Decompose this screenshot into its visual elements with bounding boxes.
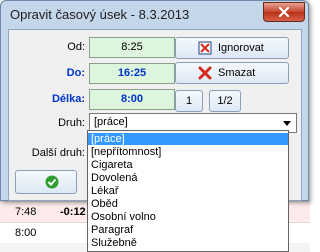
dropdown-option-nepritomnost[interactable]: [nepřítomnost] <box>88 146 288 158</box>
dropdown-option-osobni-volno[interactable]: Osobní volno <box>88 211 288 223</box>
close-button[interactable] <box>263 2 305 22</box>
od-label: Od: <box>67 41 85 53</box>
do-field[interactable]: 16:25 <box>89 63 175 84</box>
background-value: -0:12 <box>60 206 86 218</box>
dalsi-druh-label: Další druh: <box>31 147 85 159</box>
delka-field[interactable]: 8:00 <box>89 89 175 110</box>
do-label: Do: <box>66 67 85 79</box>
delete-x-icon <box>198 66 212 87</box>
dropdown-option-lekar[interactable]: Lékař <box>88 185 288 197</box>
ok-button[interactable] <box>15 170 77 194</box>
dropdown-option-prace[interactable]: [práce] <box>88 133 288 145</box>
dropdown-option-cigareta[interactable]: Cigareta <box>88 159 288 171</box>
od-field[interactable]: 8:25 <box>89 37 175 58</box>
ignorovat-button[interactable]: Ignorovat <box>175 37 289 59</box>
background-time: 7:48 <box>15 206 37 218</box>
close-icon <box>279 7 289 17</box>
dialog-title: Opravit časový úsek - 8.3.2013 <box>10 7 190 22</box>
delka-label: Délka: <box>51 93 85 105</box>
smazat-button[interactable]: Smazat <box>175 62 289 84</box>
one-button[interactable]: 1 <box>175 90 203 112</box>
titlebar: Opravit časový úsek - 8.3.2013 <box>1 1 308 27</box>
ignorovat-label: Ignorovat <box>218 42 264 54</box>
ignore-icon <box>198 41 212 62</box>
dropdown-option-sluzebne[interactable]: Služebně <box>88 237 288 249</box>
smazat-label: Smazat <box>218 67 256 79</box>
dropdown-option-paragraf[interactable]: Paragraf <box>88 224 288 236</box>
druh-dropdown-list: [práce] [nepřítomnost] Cigareta Dovolená… <box>87 130 289 252</box>
dropdown-arrow-icon[interactable] <box>280 116 294 130</box>
druh-value: [práce] <box>94 116 128 128</box>
half-button[interactable]: 1/2 <box>209 90 241 112</box>
checkmark-icon <box>45 175 59 189</box>
dropdown-option-obed[interactable]: Oběd <box>88 198 288 210</box>
background-time: 8:00 <box>15 227 37 239</box>
druh-label: Druh: <box>58 117 85 129</box>
dropdown-option-dovolena[interactable]: Dovolená <box>88 172 288 184</box>
